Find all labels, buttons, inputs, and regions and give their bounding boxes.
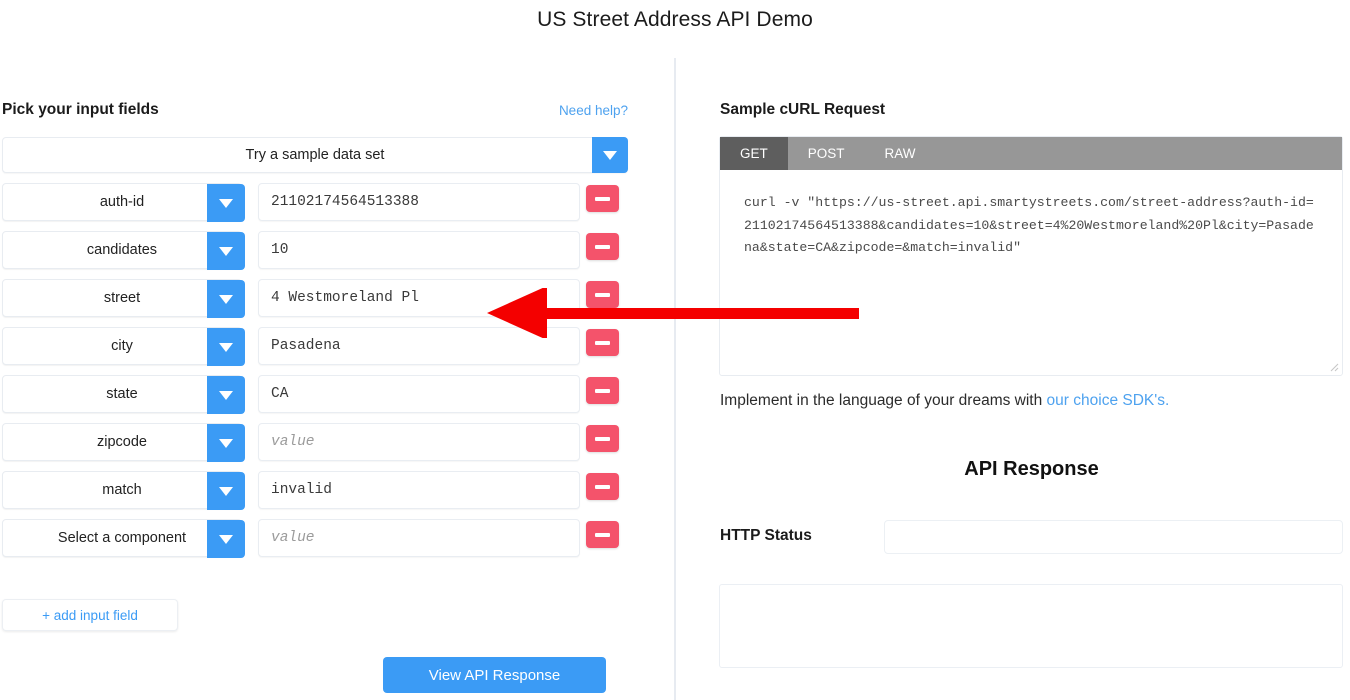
- input-field-row: candidates: [0, 231, 660, 279]
- http-status-input[interactable]: [884, 520, 1343, 554]
- curl-tab-post[interactable]: POST: [788, 137, 865, 170]
- sdk-link[interactable]: our choice SDK's.: [1047, 392, 1170, 409]
- sample-data-set-label: Try a sample data set: [245, 147, 385, 163]
- remove-field-button[interactable]: [586, 425, 619, 452]
- field-name-dropdown-button[interactable]: [207, 184, 245, 222]
- remove-field-button[interactable]: [586, 329, 619, 356]
- resize-handle-icon[interactable]: [1327, 360, 1339, 372]
- field-name-dropdown-button[interactable]: [207, 376, 245, 414]
- field-name-label: zipcode: [97, 434, 147, 450]
- api-panel: Sample cURL Request GET POST RAW curl -v "…: [719, 95, 1344, 668]
- remove-field-button[interactable]: [586, 185, 619, 212]
- field-name-select[interactable]: Select a component: [2, 519, 245, 558]
- input-field-row: Select a component: [0, 519, 660, 567]
- remove-field-button[interactable]: [586, 473, 619, 500]
- field-value-input[interactable]: [258, 375, 580, 413]
- input-field-row: auth-id: [0, 183, 660, 231]
- need-help-link[interactable]: Need help?: [559, 103, 628, 118]
- minus-icon: [595, 484, 610, 489]
- input-field-row: zipcode: [0, 423, 660, 471]
- api-response-output-box[interactable]: [719, 584, 1343, 668]
- remove-field-button[interactable]: [586, 233, 619, 260]
- field-name-label: match: [102, 482, 142, 498]
- chevron-down-icon: [603, 150, 617, 160]
- field-name-label: street: [103, 290, 141, 306]
- chevron-down-icon: [219, 486, 233, 496]
- minus-icon: [595, 196, 610, 201]
- remove-field-button[interactable]: [586, 521, 619, 548]
- input-field-row: city: [0, 327, 660, 375]
- input-fields-panel: Pick your input fields Need help? Try a …: [0, 95, 660, 693]
- chevron-down-icon: [219, 294, 233, 304]
- field-name-select[interactable]: street: [2, 279, 245, 318]
- remove-field-button[interactable]: [586, 281, 619, 308]
- field-name-select[interactable]: state: [2, 375, 245, 414]
- curl-tab-bar: GET POST RAW: [720, 137, 1342, 170]
- field-name-select[interactable]: match: [2, 471, 245, 510]
- field-value-input[interactable]: [258, 279, 580, 317]
- chevron-down-icon: [219, 198, 233, 208]
- minus-icon: [595, 340, 610, 345]
- chevron-down-icon: [219, 390, 233, 400]
- field-name-dropdown-button[interactable]: [207, 328, 245, 366]
- curl-tab-raw[interactable]: RAW: [865, 137, 936, 170]
- chevron-down-icon: [219, 246, 233, 256]
- add-input-field-button[interactable]: + add input field: [2, 599, 178, 631]
- field-value-input[interactable]: [258, 471, 580, 509]
- sdk-suggestion-line: Implement in the language of your dreams…: [720, 392, 1344, 410]
- field-value-input[interactable]: [258, 423, 580, 461]
- minus-icon: [595, 436, 610, 441]
- input-field-row: match: [0, 471, 660, 519]
- sample-data-set-dropdown-button[interactable]: [592, 137, 628, 173]
- field-name-select[interactable]: auth-id: [2, 183, 245, 222]
- left-panel-header: Pick your input fields Need help?: [0, 95, 660, 129]
- sdk-suggestion-text: Implement in the language of your dreams…: [720, 392, 1047, 409]
- field-value-input[interactable]: [258, 519, 580, 557]
- sample-data-set-select[interactable]: Try a sample data set: [2, 137, 628, 173]
- curl-tab-get[interactable]: GET: [720, 137, 788, 170]
- field-name-label: city: [111, 338, 133, 354]
- field-name-dropdown-button[interactable]: [207, 520, 245, 558]
- chevron-down-icon: [219, 342, 233, 352]
- field-name-dropdown-button[interactable]: [207, 232, 245, 270]
- http-status-label: HTTP Status: [720, 527, 812, 544]
- field-name-dropdown-button[interactable]: [207, 424, 245, 462]
- input-field-row: street: [0, 279, 660, 327]
- field-name-select[interactable]: zipcode: [2, 423, 245, 462]
- field-name-select[interactable]: candidates: [2, 231, 245, 270]
- field-name-dropdown-button[interactable]: [207, 472, 245, 510]
- field-name-label: auth-id: [99, 194, 145, 210]
- field-name-label: Select a component: [57, 530, 187, 546]
- panel-divider: [674, 58, 676, 700]
- page-title: US Street Address API Demo: [537, 8, 813, 31]
- view-api-response-button[interactable]: View API Response: [383, 657, 606, 693]
- field-name-label: state: [106, 386, 138, 402]
- sample-data-set-row: Try a sample data set: [2, 137, 628, 173]
- field-value-input[interactable]: [258, 327, 580, 365]
- minus-icon: [595, 388, 610, 393]
- pick-input-fields-title: Pick your input fields: [2, 101, 159, 118]
- field-value-input[interactable]: [258, 231, 580, 269]
- input-field-list: auth-id candidates street city state zipcode m…: [0, 183, 660, 567]
- curl-command-text[interactable]: curl -v "https://us-street.api.smartystr…: [720, 170, 1342, 375]
- field-name-label: candidates: [86, 242, 158, 258]
- http-status-row: HTTP Status: [719, 520, 1344, 556]
- api-response-title: API Response: [964, 458, 1099, 480]
- field-value-input[interactable]: [258, 183, 580, 221]
- remove-field-button[interactable]: [586, 377, 619, 404]
- field-name-dropdown-button[interactable]: [207, 280, 245, 318]
- minus-icon: [595, 292, 610, 297]
- minus-icon: [595, 532, 610, 537]
- curl-request-box: GET POST RAW curl -v "https://us-street.ap…: [719, 136, 1343, 376]
- sample-curl-request-title: Sample cURL Request: [720, 101, 886, 118]
- chevron-down-icon: [219, 534, 233, 544]
- field-name-select[interactable]: city: [2, 327, 245, 366]
- input-field-row: state: [0, 375, 660, 423]
- minus-icon: [595, 244, 610, 249]
- chevron-down-icon: [219, 438, 233, 448]
